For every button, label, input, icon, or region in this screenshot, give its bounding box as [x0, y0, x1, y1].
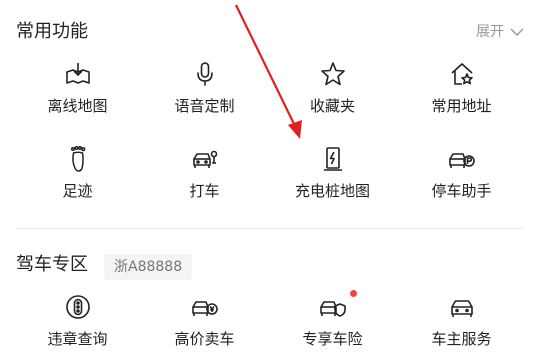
taxi-item[interactable]: 打车	[137, 145, 272, 201]
footprint-label: 足迹	[62, 182, 93, 200]
favorites-item[interactable]: 收藏夹	[265, 60, 400, 116]
car-insurance-item[interactable]: 专享车险	[265, 293, 400, 349]
expand-button[interactable]: 展开	[476, 22, 524, 42]
charging-map-item[interactable]: 充电桩地图	[265, 145, 400, 201]
charging-map-label: 充电桩地图	[294, 182, 370, 200]
common-address-label: 常用地址	[431, 97, 492, 115]
download-map-icon	[64, 60, 92, 88]
car-insurance-icon	[319, 293, 347, 321]
sell-car-label: 高价卖车	[174, 330, 235, 348]
taxi-label: 打车	[189, 182, 220, 200]
section-divider	[16, 228, 524, 229]
footprint-icon	[64, 145, 92, 173]
notification-dot	[350, 290, 357, 297]
favorites-label: 收藏夹	[309, 97, 355, 115]
taxi-icon	[191, 145, 219, 173]
charging-pile-icon	[319, 145, 347, 173]
parking-icon	[448, 145, 476, 173]
common-address-item[interactable]: 常用地址	[394, 60, 529, 116]
sell-car-icon	[191, 293, 219, 321]
car-insurance-label: 专享车险	[302, 330, 363, 348]
microphone-icon	[191, 60, 219, 88]
car-owner-service-item[interactable]: 车主服务	[394, 293, 529, 349]
violation-query-label: 违章查询	[47, 330, 108, 348]
violation-icon	[64, 293, 92, 321]
parking-assistant-item[interactable]: 停车助手	[394, 145, 529, 201]
sell-car-item[interactable]: 高价卖车	[137, 293, 272, 349]
star-icon	[319, 60, 347, 88]
offline-map-label: 离线地图	[47, 97, 108, 115]
offline-map-item[interactable]: 离线地图	[10, 60, 145, 116]
parking-assistant-label: 停车助手	[431, 182, 492, 200]
expand-label: 展开	[476, 24, 504, 40]
common-functions-title: 常用功能	[16, 21, 88, 42]
car-owner-service-label: 车主服务	[431, 330, 492, 348]
voice-custom-label: 语音定制	[174, 97, 235, 115]
chevron-down-icon	[510, 28, 524, 36]
license-plate-tag[interactable]: 浙A88888	[104, 254, 193, 280]
car-service-icon	[448, 293, 476, 321]
voice-custom-item[interactable]: 语音定制	[137, 60, 272, 116]
home-star-icon	[448, 60, 476, 88]
violation-query-item[interactable]: 违章查询	[10, 293, 145, 349]
footprint-item[interactable]: 足迹	[10, 145, 145, 201]
driving-zone-title: 驾车专区	[16, 254, 88, 275]
